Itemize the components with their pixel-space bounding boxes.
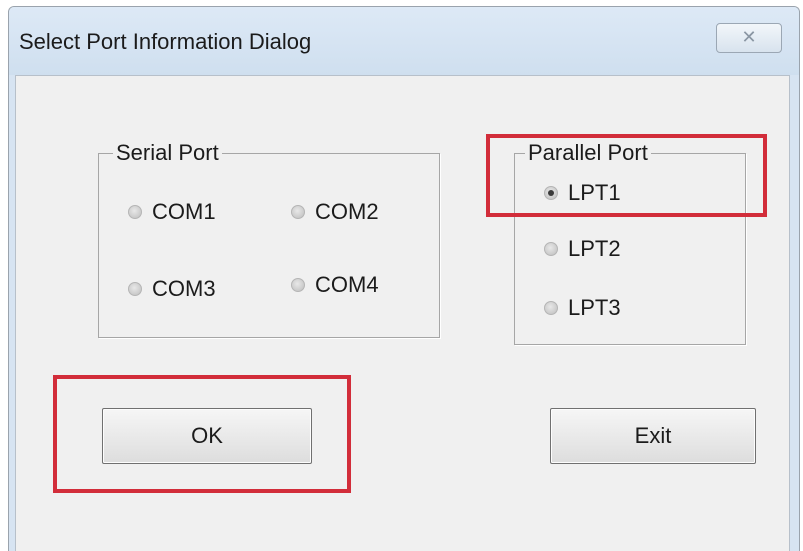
radio-com1[interactable]: COM1 [128,199,216,225]
exit-button[interactable]: Exit [550,408,756,464]
radio-lpt3[interactable]: LPT3 [544,295,621,321]
radio-lpt3-button[interactable] [544,301,558,315]
title-bar[interactable]: Select Port Information Dialog ✕ [9,7,799,75]
highlight-ok-button [53,375,351,493]
radio-com2[interactable]: COM2 [291,199,379,225]
radio-com1-label: COM1 [152,199,216,224]
radio-lpt2-button[interactable] [544,242,558,256]
radio-com4-label: COM4 [315,272,379,297]
radio-com1-button[interactable] [128,205,142,219]
radio-com3-label: COM3 [152,276,216,301]
window-title: Select Port Information Dialog [19,29,312,54]
highlight-lpt1 [486,134,767,217]
radio-com3[interactable]: COM3 [128,276,216,302]
serial-port-label: Serial Port [113,140,222,166]
close-icon: ✕ [741,27,757,47]
radio-com2-button[interactable] [291,205,305,219]
radio-com3-button[interactable] [128,282,142,296]
close-button[interactable]: ✕ [716,23,782,53]
radio-com2-label: COM2 [315,199,379,224]
radio-com4-button[interactable] [291,278,305,292]
serial-port-group: Serial Port [98,140,440,338]
radio-lpt2-label: LPT2 [568,236,621,261]
radio-lpt3-label: LPT3 [568,295,621,320]
radio-lpt2[interactable]: LPT2 [544,236,621,262]
radio-com4[interactable]: COM4 [291,272,379,298]
